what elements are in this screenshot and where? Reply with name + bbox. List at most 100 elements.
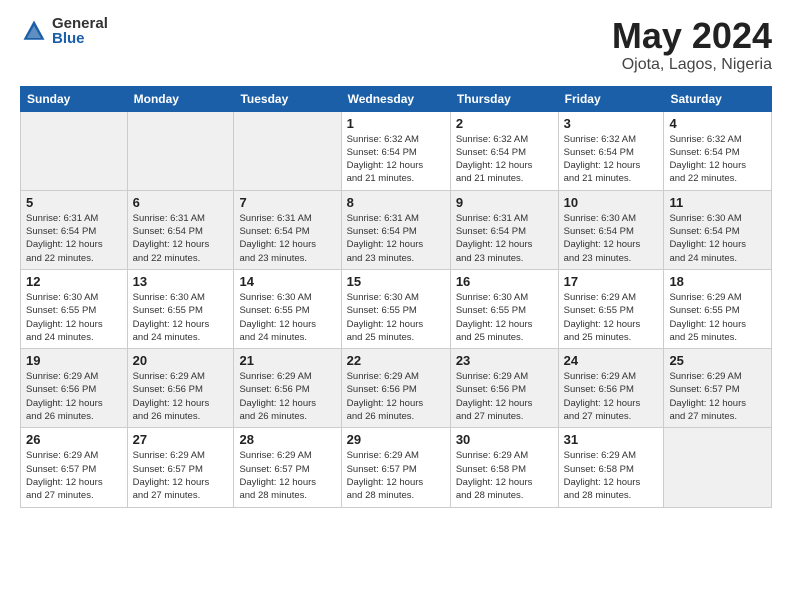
day-info: Sunrise: 6:31 AM Sunset: 6:54 PM Dayligh…: [26, 212, 122, 265]
day-info: Sunrise: 6:32 AM Sunset: 6:54 PM Dayligh…: [347, 133, 445, 186]
day-info: Sunrise: 6:29 AM Sunset: 6:57 PM Dayligh…: [26, 449, 122, 502]
calendar-cell: 17 Sunrise: 6:29 AM Sunset: 6:55 PM Dayli…: [558, 269, 664, 348]
day-info: Sunrise: 6:31 AM Sunset: 6:54 PM Dayligh…: [133, 212, 229, 265]
col-header-friday: Friday: [558, 86, 664, 111]
day-info: Sunrise: 6:30 AM Sunset: 6:55 PM Dayligh…: [133, 291, 229, 344]
calendar-cell: 16 Sunrise: 6:30 AM Sunset: 6:55 PM Dayli…: [450, 269, 558, 348]
day-number: 26: [26, 432, 122, 447]
day-info: Sunrise: 6:29 AM Sunset: 6:55 PM Dayligh…: [669, 291, 766, 344]
day-info: Sunrise: 6:29 AM Sunset: 6:55 PM Dayligh…: [564, 291, 659, 344]
day-info: Sunrise: 6:30 AM Sunset: 6:55 PM Dayligh…: [26, 291, 122, 344]
day-info: Sunrise: 6:29 AM Sunset: 6:58 PM Dayligh…: [564, 449, 659, 502]
day-info: Sunrise: 6:29 AM Sunset: 6:57 PM Dayligh…: [669, 370, 766, 423]
day-number: 22: [347, 353, 445, 368]
day-number: 17: [564, 274, 659, 289]
day-number: 27: [133, 432, 229, 447]
calendar-table: SundayMondayTuesdayWednesdayThursdayFrid…: [20, 86, 772, 508]
calendar-week-2: 5Sunrise: 6:31 AM Sunset: 6:54 PM Daylig…: [21, 190, 772, 269]
calendar-week-3: 12 Sunrise: 6:30 AM Sunset: 6:55 PM Dayli…: [21, 269, 772, 348]
calendar-cell: 24 Sunrise: 6:29 AM Sunset: 6:56 PM Dayli…: [558, 349, 664, 428]
calendar-cell: [127, 111, 234, 190]
day-number: 20: [133, 353, 229, 368]
day-number: 23: [456, 353, 553, 368]
day-number: 11: [669, 195, 766, 210]
day-info: Sunrise: 6:29 AM Sunset: 6:58 PM Dayligh…: [456, 449, 553, 502]
calendar-cell: 5Sunrise: 6:31 AM Sunset: 6:54 PM Daylig…: [21, 190, 128, 269]
day-number: 21: [239, 353, 335, 368]
col-header-tuesday: Tuesday: [234, 86, 341, 111]
logo: General Blue: [20, 16, 108, 46]
day-info: Sunrise: 6:29 AM Sunset: 6:56 PM Dayligh…: [133, 370, 229, 423]
day-number: 10: [564, 195, 659, 210]
calendar-week-1: 1 Sunrise: 6:32 AM Sunset: 6:54 PM Daylig…: [21, 111, 772, 190]
col-header-thursday: Thursday: [450, 86, 558, 111]
day-info: Sunrise: 6:30 AM Sunset: 6:55 PM Dayligh…: [239, 291, 335, 344]
day-number: 18: [669, 274, 766, 289]
title-location: Ojota, Lagos, Nigeria: [612, 56, 772, 74]
day-number: 9: [456, 195, 553, 210]
calendar-cell: 7 Sunrise: 6:31 AM Sunset: 6:54 PM Daylig…: [234, 190, 341, 269]
day-number: 2: [456, 116, 553, 131]
header: General Blue May 2024 Ojota, Lagos, Nige…: [20, 16, 772, 74]
day-info: Sunrise: 6:29 AM Sunset: 6:56 PM Dayligh…: [456, 370, 553, 423]
title-block: May 2024 Ojota, Lagos, Nigeria: [612, 16, 772, 74]
calendar-header: SundayMondayTuesdayWednesdayThursdayFrid…: [21, 86, 772, 111]
day-info: Sunrise: 6:31 AM Sunset: 6:54 PM Dayligh…: [239, 212, 335, 265]
day-info: Sunrise: 6:30 AM Sunset: 6:55 PM Dayligh…: [347, 291, 445, 344]
day-number: 8: [347, 195, 445, 210]
calendar-cell: 28 Sunrise: 6:29 AM Sunset: 6:57 PM Dayli…: [234, 428, 341, 507]
calendar-cell: 6 Sunrise: 6:31 AM Sunset: 6:54 PM Daylig…: [127, 190, 234, 269]
logo-blue: Blue: [52, 31, 108, 46]
day-info: Sunrise: 6:29 AM Sunset: 6:56 PM Dayligh…: [347, 370, 445, 423]
day-number: 14: [239, 274, 335, 289]
day-number: 25: [669, 353, 766, 368]
col-header-monday: Monday: [127, 86, 234, 111]
calendar-cell: 19 Sunrise: 6:29 AM Sunset: 6:56 PM Dayli…: [21, 349, 128, 428]
day-number: 13: [133, 274, 229, 289]
logo-icon: [20, 17, 48, 45]
calendar-cell: 2 Sunrise: 6:32 AM Sunset: 6:54 PM Daylig…: [450, 111, 558, 190]
day-number: 28: [239, 432, 335, 447]
day-info: Sunrise: 6:30 AM Sunset: 6:55 PM Dayligh…: [456, 291, 553, 344]
day-number: 16: [456, 274, 553, 289]
calendar-week-4: 19 Sunrise: 6:29 AM Sunset: 6:56 PM Dayli…: [21, 349, 772, 428]
day-info: Sunrise: 6:29 AM Sunset: 6:57 PM Dayligh…: [133, 449, 229, 502]
calendar-cell: 4 Sunrise: 6:32 AM Sunset: 6:54 PM Daylig…: [664, 111, 772, 190]
calendar-cell: 11 Sunrise: 6:30 AM Sunset: 6:54 PM Dayli…: [664, 190, 772, 269]
calendar-cell: 3Sunrise: 6:32 AM Sunset: 6:54 PM Daylig…: [558, 111, 664, 190]
day-number: 12: [26, 274, 122, 289]
day-info: Sunrise: 6:30 AM Sunset: 6:54 PM Dayligh…: [564, 212, 659, 265]
calendar-cell: 30 Sunrise: 6:29 AM Sunset: 6:58 PM Dayli…: [450, 428, 558, 507]
day-info: Sunrise: 6:32 AM Sunset: 6:54 PM Dayligh…: [456, 133, 553, 186]
day-number: 30: [456, 432, 553, 447]
day-number: 6: [133, 195, 229, 210]
calendar-cell: 23 Sunrise: 6:29 AM Sunset: 6:56 PM Dayli…: [450, 349, 558, 428]
calendar-cell: [664, 428, 772, 507]
day-info: Sunrise: 6:31 AM Sunset: 6:54 PM Dayligh…: [347, 212, 445, 265]
day-number: 7: [239, 195, 335, 210]
calendar-header-row: SundayMondayTuesdayWednesdayThursdayFrid…: [21, 86, 772, 111]
day-info: Sunrise: 6:32 AM Sunset: 6:54 PM Dayligh…: [564, 133, 659, 186]
col-header-saturday: Saturday: [664, 86, 772, 111]
day-number: 19: [26, 353, 122, 368]
col-header-wednesday: Wednesday: [341, 86, 450, 111]
calendar-cell: 27 Sunrise: 6:29 AM Sunset: 6:57 PM Dayli…: [127, 428, 234, 507]
day-number: 29: [347, 432, 445, 447]
title-month: May 2024: [612, 16, 772, 56]
day-info: Sunrise: 6:32 AM Sunset: 6:54 PM Dayligh…: [669, 133, 766, 186]
day-number: 1: [347, 116, 445, 131]
calendar-cell: [234, 111, 341, 190]
calendar-cell: 18 Sunrise: 6:29 AM Sunset: 6:55 PM Dayli…: [664, 269, 772, 348]
logo-text: General Blue: [52, 16, 108, 46]
calendar-cell: 20 Sunrise: 6:29 AM Sunset: 6:56 PM Dayli…: [127, 349, 234, 428]
day-number: 4: [669, 116, 766, 131]
calendar-body: 1 Sunrise: 6:32 AM Sunset: 6:54 PM Daylig…: [21, 111, 772, 507]
day-number: 24: [564, 353, 659, 368]
day-info: Sunrise: 6:30 AM Sunset: 6:54 PM Dayligh…: [669, 212, 766, 265]
calendar-cell: 1 Sunrise: 6:32 AM Sunset: 6:54 PM Daylig…: [341, 111, 450, 190]
calendar-cell: 26 Sunrise: 6:29 AM Sunset: 6:57 PM Dayli…: [21, 428, 128, 507]
day-info: Sunrise: 6:29 AM Sunset: 6:56 PM Dayligh…: [26, 370, 122, 423]
day-info: Sunrise: 6:29 AM Sunset: 6:57 PM Dayligh…: [239, 449, 335, 502]
calendar-week-5: 26 Sunrise: 6:29 AM Sunset: 6:57 PM Dayli…: [21, 428, 772, 507]
day-info: Sunrise: 6:29 AM Sunset: 6:56 PM Dayligh…: [564, 370, 659, 423]
